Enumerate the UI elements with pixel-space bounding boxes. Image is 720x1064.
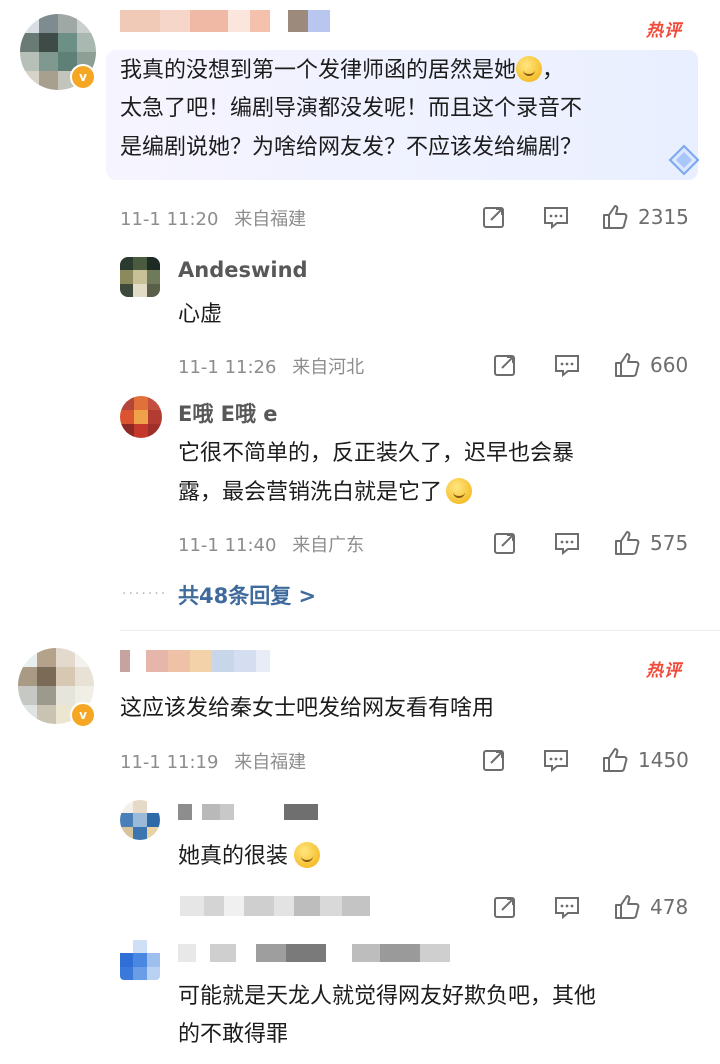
verified-badge-icon: v bbox=[70, 702, 96, 728]
share-icon bbox=[483, 750, 504, 771]
reply-text: 心虚 bbox=[178, 302, 223, 327]
like-icon bbox=[603, 748, 628, 772]
username-pixelated[interactable] bbox=[120, 10, 330, 32]
comment-icon bbox=[555, 533, 579, 556]
like-count: 478 bbox=[650, 895, 689, 919]
like-button[interactable]: 2315 bbox=[600, 202, 689, 232]
comment-text: 这应该发给秦女士吧发给网友看有啥用 bbox=[120, 696, 495, 721]
avatar[interactable] bbox=[120, 396, 162, 438]
timestamp: 11-1 11:19 bbox=[120, 752, 219, 773]
reply-text-line2: 露，最会营销洗白就是它了 bbox=[178, 474, 473, 512]
reply-text-line1: 它很不简单的，反正装久了，迟早也会暴 bbox=[178, 441, 575, 466]
like-icon bbox=[615, 895, 640, 919]
share-icon bbox=[494, 355, 515, 376]
reply-meta-pixelated bbox=[180, 896, 370, 916]
comment-divider bbox=[120, 630, 720, 631]
location: 来自广东 bbox=[292, 535, 365, 556]
comment-text-line3: 是编剧说她？为啥给网友发？不应该发给编剧？ bbox=[120, 135, 583, 160]
timestamp: 11-1 11:26 bbox=[178, 357, 277, 378]
comment-icon bbox=[544, 750, 568, 773]
comment-button[interactable] bbox=[553, 894, 581, 920]
like-icon bbox=[615, 531, 640, 555]
smile-emoji-icon bbox=[446, 478, 473, 504]
username-pixelated[interactable] bbox=[178, 944, 478, 962]
comment-meta: 11-1 11:19 来自福建 bbox=[120, 748, 306, 774]
like-count: 660 bbox=[650, 353, 689, 377]
avatar[interactable] bbox=[120, 940, 160, 980]
like-button[interactable]: 1450 bbox=[600, 745, 689, 775]
like-count: 1450 bbox=[638, 748, 689, 772]
like-icon bbox=[615, 353, 640, 377]
comment-button[interactable] bbox=[553, 530, 581, 556]
reply-text-line2: 的不敢得罪 bbox=[178, 1022, 289, 1047]
comment-text-line2: 太急了吧！编剧导演都没发呢！而且这个录音不 bbox=[120, 96, 583, 121]
comment-icon bbox=[544, 207, 568, 230]
comment-meta: 11-1 11:20 来自福建 bbox=[120, 205, 306, 231]
reply-meta: 11-1 11:40 来自广东 bbox=[178, 531, 364, 557]
comment-icon bbox=[555, 355, 579, 378]
avatar[interactable] bbox=[120, 257, 160, 297]
share-button[interactable] bbox=[481, 204, 507, 230]
timestamp: 11-1 11:20 bbox=[120, 209, 219, 230]
more-replies-link[interactable]: 共48条回复 > bbox=[178, 580, 316, 610]
share-icon bbox=[494, 533, 515, 554]
share-button[interactable] bbox=[492, 352, 518, 378]
username-pixelated[interactable] bbox=[178, 804, 318, 820]
comment-text: 我真的没想到第一个发律师函的居然是她， bbox=[120, 56, 565, 83]
comment-button[interactable] bbox=[553, 352, 581, 378]
reply-username[interactable]: E哦 E哦 e bbox=[178, 398, 278, 428]
smile-emoji-icon bbox=[294, 842, 321, 868]
timestamp: 11-1 11:40 bbox=[178, 535, 277, 556]
reply-username[interactable]: Andeswind bbox=[178, 258, 308, 282]
reply-meta: 11-1 11:26 来自河北 bbox=[178, 353, 364, 379]
like-icon bbox=[603, 205, 628, 229]
like-button[interactable]: 575 bbox=[612, 528, 688, 558]
share-button[interactable] bbox=[481, 747, 507, 773]
verified-badge-icon: v bbox=[70, 64, 96, 90]
like-button[interactable]: 660 bbox=[612, 350, 688, 380]
diamond-decoration-icon bbox=[668, 144, 700, 176]
avatar[interactable] bbox=[120, 800, 160, 840]
emoji-icon bbox=[516, 56, 543, 82]
reply-text: 她真的很装 bbox=[178, 838, 321, 876]
comment-button[interactable] bbox=[542, 747, 570, 773]
hot-comment-badge: 热评 bbox=[646, 661, 682, 681]
more-replies-dots: ······· bbox=[122, 586, 168, 602]
location: 来自福建 bbox=[234, 209, 307, 230]
comment-button[interactable] bbox=[542, 204, 570, 230]
share-button[interactable] bbox=[492, 894, 518, 920]
location: 来自福建 bbox=[234, 752, 307, 773]
hot-comment-badge: 热评 bbox=[646, 21, 682, 41]
like-button[interactable]: 478 bbox=[612, 892, 688, 922]
comment-icon bbox=[555, 897, 579, 920]
like-count: 575 bbox=[650, 531, 689, 555]
reply-text-line1: 可能就是天龙人就觉得网友好欺负吧，其他 bbox=[178, 984, 597, 1009]
share-icon bbox=[483, 207, 504, 228]
share-icon bbox=[494, 897, 515, 918]
location: 来自河北 bbox=[292, 357, 365, 378]
like-count: 2315 bbox=[638, 205, 689, 229]
share-button[interactable] bbox=[492, 530, 518, 556]
username-pixelated[interactable] bbox=[120, 650, 270, 672]
